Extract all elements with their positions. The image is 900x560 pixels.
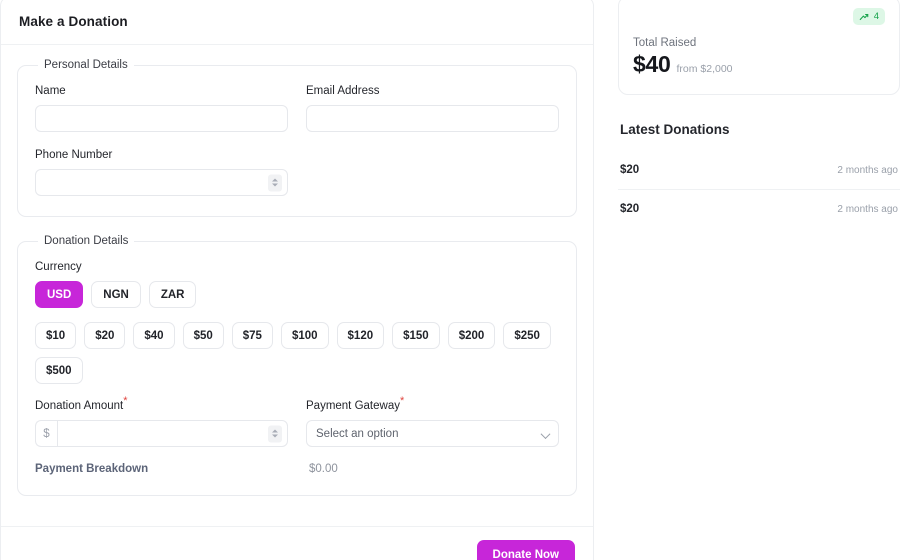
preset-amount-40[interactable]: $40 xyxy=(133,322,175,349)
payment-gateway-select-wrap: Select an option xyxy=(306,420,559,447)
list-item[interactable]: $20 2 months ago xyxy=(618,151,900,190)
donation-details-group: Donation Details Currency USD NGN ZAR $1… xyxy=(17,235,577,496)
donation-amount-group: $ xyxy=(35,420,288,447)
phone-field-wrap: Phone Number xyxy=(35,149,288,196)
currency-symbol-prefix: $ xyxy=(35,420,57,447)
chevron-down-icon xyxy=(272,183,278,187)
donate-now-button[interactable]: Donate Now xyxy=(476,540,575,560)
phone-input-wrap xyxy=(35,169,288,196)
latest-donations-list: $20 2 months ago $20 2 months ago xyxy=(618,151,900,228)
form-footer: Donate Now xyxy=(1,526,593,560)
badge-count: 4 xyxy=(873,11,879,22)
donation-amount-label-text: Donation Amount xyxy=(35,400,124,412)
badge-row: 4 xyxy=(633,8,885,25)
donation-page: Make a Donation Personal Details Name Em… xyxy=(0,0,900,560)
donation-amount-label: Donation Amount* xyxy=(35,396,288,412)
name-email-row: Name Email Address xyxy=(35,85,559,132)
preset-amount-50[interactable]: $50 xyxy=(182,322,224,349)
total-raised-goal: from $2,000 xyxy=(676,63,733,75)
total-raised-value-row: $40 from $2,000 xyxy=(633,51,885,78)
phone-label: Phone Number xyxy=(35,149,113,161)
currency-label: Currency xyxy=(35,261,82,273)
required-marker: * xyxy=(399,395,405,408)
preset-amount-100[interactable]: $100 xyxy=(280,322,329,349)
donation-amount-stepper[interactable] xyxy=(268,425,282,442)
name-label: Name xyxy=(35,85,66,97)
phone-number-stepper[interactable] xyxy=(268,174,282,191)
preset-amount-120[interactable]: $120 xyxy=(336,322,385,349)
payment-breakdown-row: Payment Breakdown $0.00 xyxy=(35,463,559,475)
currency-option-zar[interactable]: ZAR xyxy=(148,281,197,308)
donation-time: 2 months ago xyxy=(837,203,898,215)
personal-details-group: Personal Details Name Email Address Phon… xyxy=(17,59,577,217)
email-field-wrap: Email Address xyxy=(306,85,559,132)
sidebar: 4 Total Raised $40 from $2,000 Latest Do… xyxy=(618,0,900,228)
donation-time: 2 months ago xyxy=(837,164,898,176)
form-header: Make a Donation xyxy=(1,0,593,45)
name-input[interactable] xyxy=(35,105,288,132)
chevron-up-icon xyxy=(272,429,278,433)
chevron-up-icon xyxy=(272,178,278,182)
preset-amount-150[interactable]: $150 xyxy=(392,322,440,349)
donation-amount: $20 xyxy=(620,203,640,215)
payment-gateway-label-text: Payment Gateway xyxy=(306,400,400,412)
phone-row-spacer xyxy=(306,149,559,196)
currency-option-ngn[interactable]: NGN xyxy=(91,281,141,308)
status-badge: 4 xyxy=(852,8,885,25)
preset-amount-10[interactable]: $10 xyxy=(35,322,77,349)
email-field[interactable] xyxy=(306,105,559,132)
amount-field-wrap: Donation Amount* $ xyxy=(35,396,288,447)
phone-input[interactable] xyxy=(35,169,288,196)
payment-breakdown-link[interactable]: Payment Breakdown xyxy=(35,463,309,475)
required-marker: * xyxy=(123,395,128,408)
preset-amount-75[interactable]: $75 xyxy=(231,322,273,349)
payment-gateway-label: Payment Gateway* xyxy=(306,396,559,412)
total-raised-label: Total Raised xyxy=(633,37,697,49)
amount-gateway-row: Donation Amount* $ Payment Gateway* Sele… xyxy=(35,396,559,447)
chevron-down-icon xyxy=(272,434,278,438)
preset-amount-500[interactable]: $500 xyxy=(35,357,83,384)
preset-amount-options: $10 $20 $40 $50 $75 $100 $120 $150 $200 … xyxy=(35,322,559,384)
page-title: Make a Donation xyxy=(19,14,128,29)
gateway-field-wrap: Payment Gateway* Select an option xyxy=(306,396,559,447)
total-raised-value: $40 xyxy=(633,51,671,77)
personal-details-legend: Personal Details xyxy=(44,59,128,71)
payment-gateway-select[interactable]: Select an option xyxy=(306,420,559,447)
preset-amount-200[interactable]: $200 xyxy=(447,322,496,349)
donation-amount-input-wrap xyxy=(57,420,288,447)
name-field-wrap: Name xyxy=(35,85,288,132)
donation-amount-input[interactable] xyxy=(57,420,288,447)
donation-form-card: Make a Donation Personal Details Name Em… xyxy=(0,0,594,560)
payment-breakdown-total: $0.00 xyxy=(309,463,338,475)
phone-row: Phone Number xyxy=(35,149,559,196)
email-label: Email Address xyxy=(306,85,380,97)
list-item[interactable]: $20 2 months ago xyxy=(618,190,900,228)
preset-amount-250[interactable]: $250 xyxy=(503,322,551,349)
form-body: Personal Details Name Email Address Phon… xyxy=(1,45,593,526)
preset-amount-20[interactable]: $20 xyxy=(84,322,126,349)
currency-options: USD NGN ZAR xyxy=(35,281,559,308)
donation-amount: $20 xyxy=(620,164,640,176)
trending-up-icon xyxy=(859,13,868,20)
latest-donations-title: Latest Donations xyxy=(620,122,730,137)
donation-details-legend: Donation Details xyxy=(44,235,129,247)
currency-option-usd[interactable]: USD xyxy=(35,281,84,308)
total-raised-card: 4 Total Raised $40 from $2,000 xyxy=(618,0,900,95)
